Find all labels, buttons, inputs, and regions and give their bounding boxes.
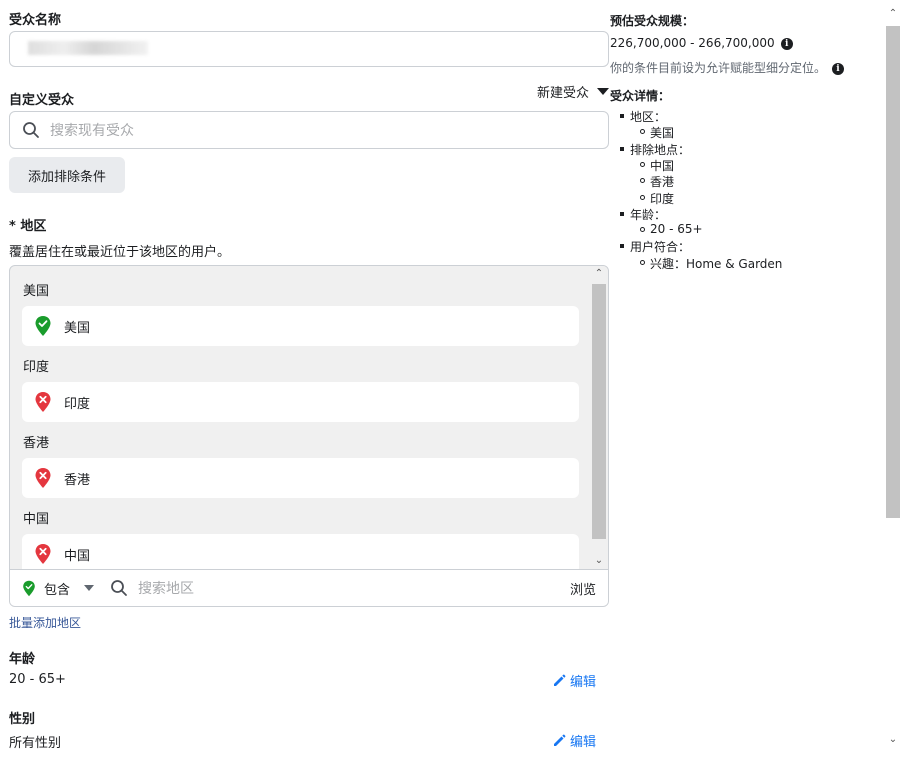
gender-edit-button[interactable]: 编辑 <box>553 731 596 750</box>
include-label: 包含 <box>44 582 71 598</box>
details-excluded-item: 印度 <box>650 192 675 206</box>
details-match-item: 兴趣：Home & Garden <box>650 257 783 271</box>
bullet-icon <box>640 260 645 265</box>
search-icon <box>111 580 127 596</box>
location-item-label: 印度 <box>64 396 91 412</box>
estimate-range: 226,700,000 - 266,700,000 <box>610 36 775 50</box>
location-search-input[interactable]: 搜索地区 <box>138 578 194 598</box>
bulk-add-locations-link[interactable]: 批量添加地区 <box>9 614 81 631</box>
scroll-down-icon[interactable]: ⌄ <box>888 734 898 745</box>
new-audience-label: 新建受众 <box>536 86 589 101</box>
location-group-title: 香港 <box>23 436 50 451</box>
age-label: 年龄 <box>9 652 36 667</box>
details-excluded-item: 中国 <box>650 159 675 173</box>
estimate-note: 你的条件目前设为允许赋能型细分定位。 <box>610 61 827 75</box>
estimate-note-row: 你的条件目前设为允许赋能型细分定位。 i <box>610 59 845 76</box>
edit-label: 编辑 <box>570 735 597 750</box>
location-label: * 地区 <box>9 219 47 234</box>
location-footer: 包含 搜索地区 浏览 <box>10 569 608 606</box>
browse-button[interactable]: 浏览 <box>570 579 596 598</box>
location-item-label: 中国 <box>64 548 91 564</box>
location-item-china[interactable]: 中国 <box>22 534 579 574</box>
bullet-icon <box>620 244 624 248</box>
caret-down-icon <box>84 585 95 591</box>
search-placeholder: 搜索现有受众 <box>50 123 134 139</box>
bullet-icon <box>640 178 645 183</box>
location-item-usa[interactable]: 美国 <box>22 306 579 346</box>
details-region: 地区： <box>630 110 667 124</box>
scrollbar-thumb[interactable] <box>592 284 606 539</box>
add-exclusion-button[interactable]: 添加排除条件 <box>9 157 125 193</box>
estimate-title: 预估受众规模： <box>610 14 695 28</box>
details-age: 年龄： <box>630 208 667 222</box>
scroll-down-icon[interactable]: ⌄ <box>594 556 604 566</box>
details-region-item: 美国 <box>650 126 675 140</box>
location-item-label: 美国 <box>64 320 91 336</box>
location-item-label: 香港 <box>64 472 91 488</box>
info-icon[interactable]: i <box>832 62 845 75</box>
excluded-pin-icon <box>35 468 51 488</box>
location-scrollbar[interactable]: ⌃ ⌄ <box>590 266 608 571</box>
scroll-up-icon[interactable]: ⌃ <box>888 8 898 19</box>
info-icon[interactable]: i <box>780 37 793 50</box>
gender-value: 所有性别 <box>9 736 62 751</box>
age-value: 20 - 65+ <box>9 672 66 687</box>
search-icon <box>23 122 39 138</box>
included-pin-icon <box>23 580 35 596</box>
details-match: 用户符合： <box>630 240 691 254</box>
excluded-pin-icon <box>35 544 51 564</box>
details-title: 受众详情： <box>610 89 671 103</box>
redacted-name <box>28 41 148 55</box>
audience-name-input[interactable] <box>9 31 609 67</box>
included-pin-icon <box>35 316 51 336</box>
gender-label: 性别 <box>9 712 36 727</box>
custom-audience-label: 自定义受众 <box>9 93 75 108</box>
location-description: 覆盖居住在或最近位于该地区的用户。 <box>9 245 231 260</box>
scrollbar-thumb[interactable] <box>886 26 900 518</box>
bullet-icon <box>620 212 624 216</box>
pencil-icon <box>554 674 566 686</box>
location-item-hongkong[interactable]: 香港 <box>22 458 579 498</box>
bullet-icon <box>640 195 645 200</box>
details-excluded-item: 香港 <box>650 175 675 189</box>
bullet-icon <box>620 114 624 118</box>
location-group-title: 印度 <box>23 360 50 375</box>
bullet-icon <box>640 129 645 134</box>
location-panel: 美国 美国 印度 印度 香港 香港 中国 中国 ⌃ ⌄ 包含 搜索地区 浏览 <box>9 265 609 607</box>
page-scrollbar[interactable]: ⌃ ⌄ <box>886 8 900 748</box>
location-item-india[interactable]: 印度 <box>22 382 579 422</box>
location-group-title: 美国 <box>23 284 50 299</box>
details-excluded: 排除地点： <box>630 143 691 157</box>
include-dropdown[interactable]: 包含 <box>22 579 95 598</box>
pencil-icon <box>554 734 566 746</box>
bullet-icon <box>640 227 645 232</box>
details-age-item: 20 - 65+ <box>650 222 703 236</box>
excluded-pin-icon <box>35 392 51 412</box>
scroll-up-icon[interactable]: ⌃ <box>594 269 604 279</box>
age-edit-button[interactable]: 编辑 <box>553 671 596 690</box>
bullet-icon <box>620 147 624 151</box>
location-group-title: 中国 <box>23 512 50 527</box>
new-audience-dropdown[interactable]: 新建受众 <box>537 82 609 101</box>
bullet-icon <box>640 162 645 167</box>
audience-name-label: 受众名称 <box>9 13 62 28</box>
custom-audience-search[interactable]: 搜索现有受众 <box>9 111 609 149</box>
edit-label: 编辑 <box>570 675 597 690</box>
caret-down-icon <box>597 88 609 95</box>
estimate-range-row: 226,700,000 - 266,700,000 i <box>610 36 793 50</box>
